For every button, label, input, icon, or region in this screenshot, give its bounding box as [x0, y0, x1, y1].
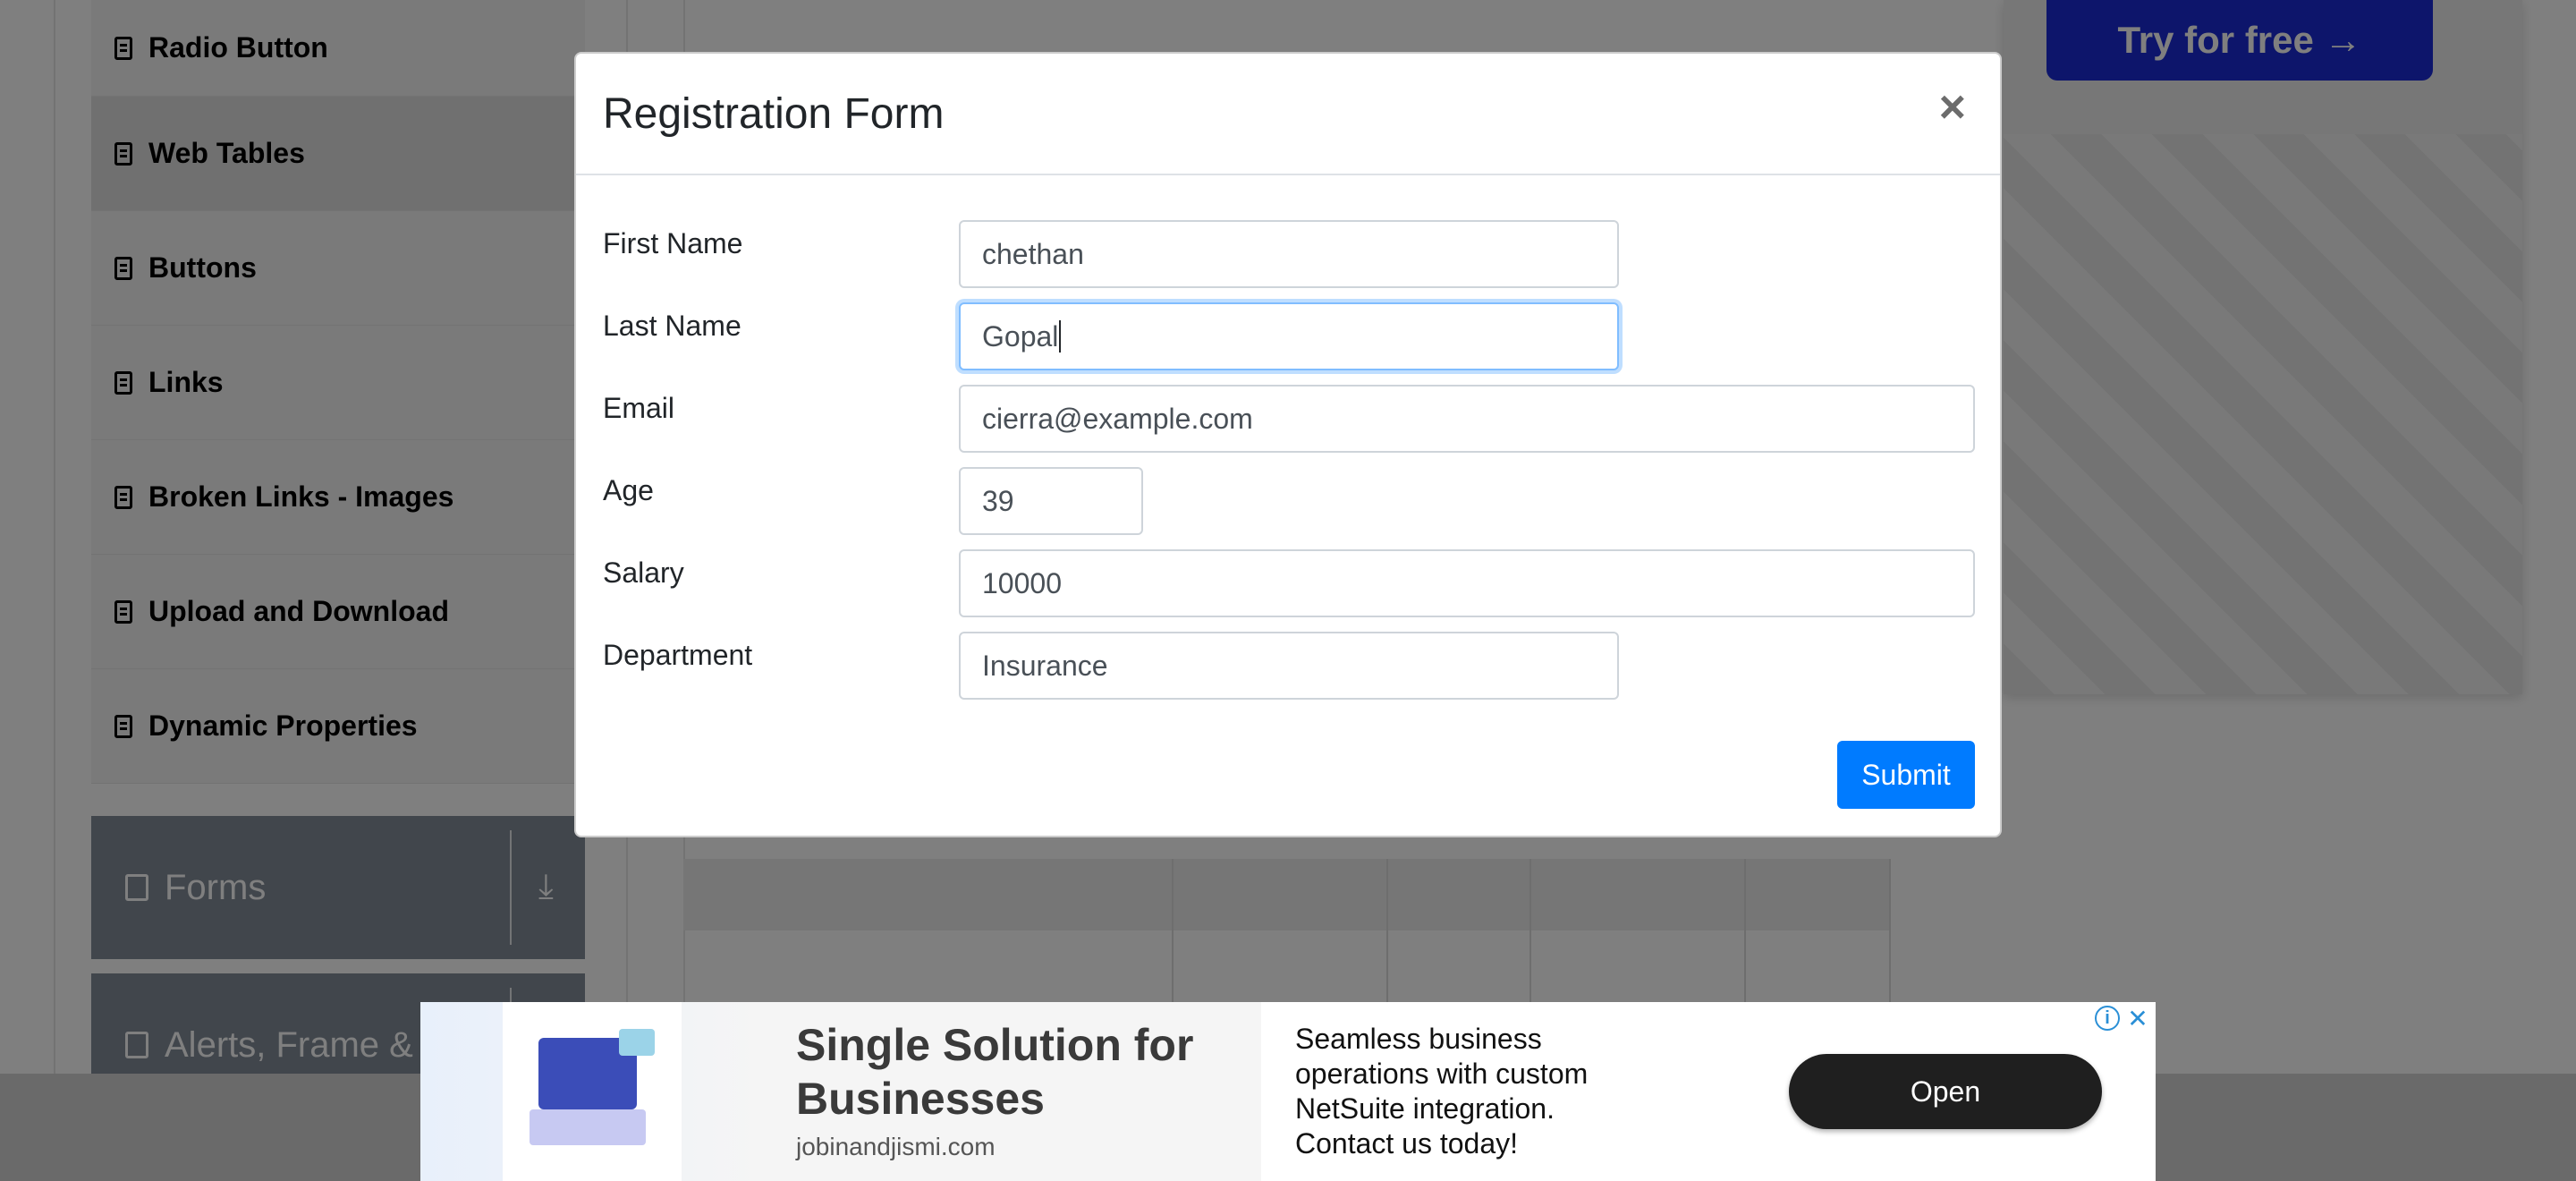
salary-row: Salary 10000: [603, 549, 1980, 617]
ad-domain: jobinandjismi.com: [796, 1133, 996, 1160]
modal-header: Registration Form ×: [576, 54, 2000, 175]
department-label: Department: [603, 639, 753, 671]
device-icon: [530, 1109, 646, 1145]
salary-label: Salary: [603, 557, 684, 589]
first-name-value: chethan: [982, 237, 1084, 270]
first-name-label: First Name: [603, 227, 743, 259]
bottom-ad[interactable]: Single Solution for Businesses jobinandj…: [420, 1002, 2156, 1181]
department-field[interactable]: Insurance: [959, 632, 1619, 700]
first-name-row: First Name chethan: [603, 220, 1980, 288]
last-name-value: Gopal: [982, 319, 1059, 353]
ad-open-button[interactable]: Open: [1789, 1054, 2102, 1129]
salary-value: 10000: [982, 566, 1062, 599]
department-value: Insurance: [982, 649, 1108, 682]
text-caret: [1059, 320, 1062, 353]
registration-modal: Registration Form × First Name chethan L…: [574, 52, 2002, 837]
salary-field[interactable]: 10000: [959, 549, 1975, 617]
cloud-icon: [619, 1029, 655, 1056]
last-name-field[interactable]: Gopal: [959, 302, 1619, 370]
close-icon[interactable]: ×: [1939, 84, 1966, 131]
close-icon[interactable]: ✕: [2125, 1005, 2150, 1032]
modal-title: Registration Form: [603, 90, 945, 138]
age-row: Age 39: [603, 467, 1980, 535]
email-field[interactable]: cierra@example.com: [959, 385, 1975, 453]
first-name-field[interactable]: chethan: [959, 220, 1619, 288]
last-name-label: Last Name: [603, 310, 741, 342]
age-label: Age: [603, 474, 654, 506]
info-icon[interactable]: i: [2095, 1006, 2120, 1031]
email-row: Email cierra@example.com: [603, 385, 1980, 453]
age-value: 39: [982, 484, 1014, 517]
email-label: Email: [603, 392, 675, 424]
department-row: Department Insurance: [603, 632, 1980, 700]
last-name-row: Last Name Gopal: [603, 302, 1980, 370]
email-value: cierra@example.com: [982, 402, 1253, 435]
submit-button[interactable]: Submit: [1837, 741, 1975, 809]
ad-description: Seamless business operations with custom…: [1295, 1023, 1589, 1160]
ad-illustration: [503, 1002, 682, 1181]
ad-title: Single Solution for Businesses: [796, 1020, 1194, 1124]
age-field[interactable]: 39: [959, 467, 1143, 535]
